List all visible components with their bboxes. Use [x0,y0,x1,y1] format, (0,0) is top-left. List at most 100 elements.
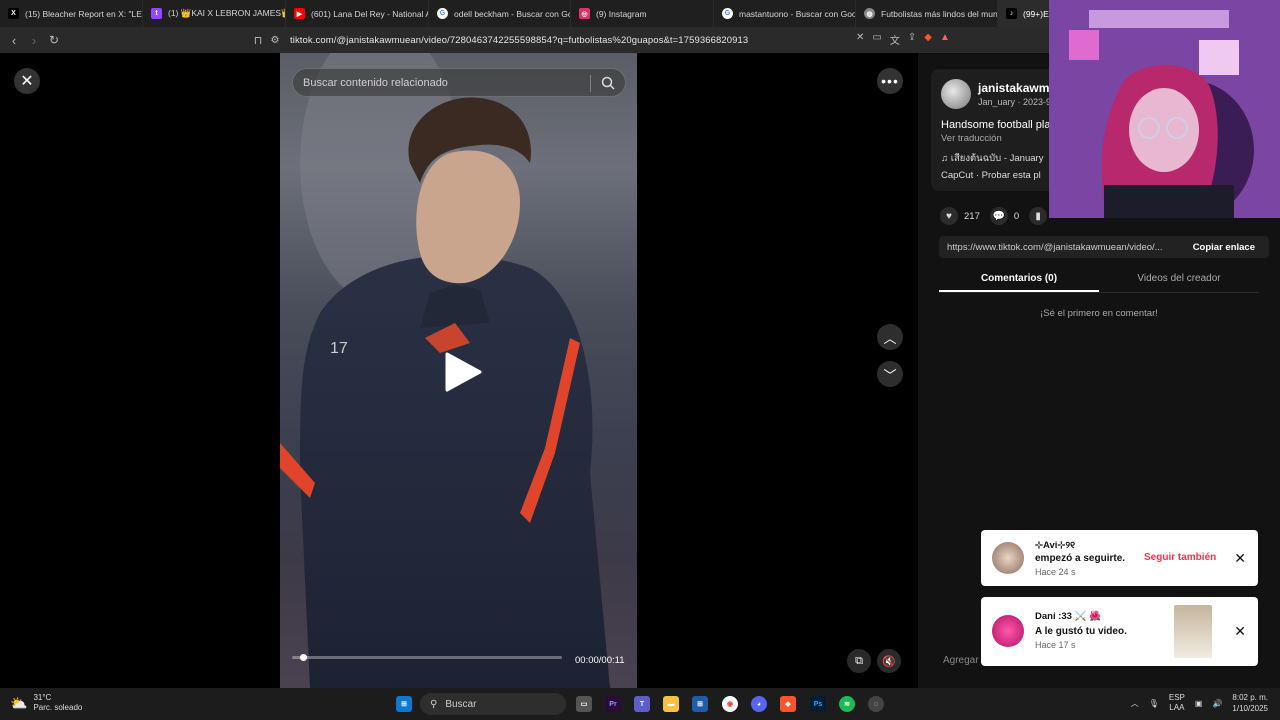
heart-icon: ♥ [940,207,958,225]
tiktok-icon: ♪ [1006,8,1017,19]
video-time: 00:00/00:11 [575,655,625,666]
more-options-icon[interactable]: ••• [877,68,903,94]
notification-username: ⊹Avi⊹୨୧ [1035,540,1076,551]
close-icon[interactable]: ✕ [1234,623,1246,640]
play-icon[interactable] [443,351,483,393]
tab-bleacher-report[interactable]: X (15) Bleacher Report en X: "LEB [0,0,143,27]
video-progress-bar[interactable] [292,654,562,661]
bookmark-icon[interactable]: ⊓ [248,30,268,50]
cast-icon[interactable]: ▭ [872,32,881,47]
address-actions: ✕ ▭ 文 ⇪ ◆ ▲ [856,32,950,47]
google-icon: G [722,8,733,19]
chrome-icon[interactable]: ◉ [722,696,738,712]
share-icon[interactable]: ⇪ [908,32,916,47]
taskbar-search[interactable]: ⚲ Buscar [420,693,566,715]
close-icon[interactable]: ✕ [14,68,40,94]
avatar [992,542,1024,574]
comment-button[interactable]: 💬 0 [989,207,1019,225]
mute-icon[interactable]: 🔇 [877,649,901,673]
language-indicator[interactable]: ESP LAA [1169,693,1185,713]
floating-player-icon[interactable]: ⧉ [847,649,871,673]
tab-instagram[interactable]: ◎ (9) Instagram [571,0,714,27]
brave-icon[interactable]: ◆ [780,696,796,712]
close-icon[interactable]: ✕ [1234,550,1246,567]
instagram-icon: ◎ [579,8,590,19]
video-thumbnail [1174,605,1212,658]
follow-back-button[interactable]: Seguir también [1144,552,1216,563]
webcam-image [1049,0,1280,218]
task-view-icon[interactable]: ▭ [576,696,592,712]
reload-icon[interactable]: ↻ [44,30,64,50]
volume-icon[interactable]: 🔊 [1212,699,1222,708]
save-button[interactable]: ▮ [1029,207,1048,225]
translate-icon[interactable]: 文 [890,32,900,47]
photoshop-icon[interactable]: Ps [810,696,826,712]
music-link[interactable]: ♫ เสียงต้นฉบับ - January [941,151,1043,166]
bookmark-icon: ▮ [1029,207,1048,225]
back-icon[interactable]: ‹ [4,30,24,50]
translate-link[interactable]: Ver traducción [941,133,1002,144]
like-button[interactable]: ♥ 217 [940,207,980,225]
microphone-icon[interactable]: 🎙 [1149,699,1159,708]
tab-futbolistas[interactable]: ◍ Futbolistas más lindos del mun [856,0,998,27]
notification-text: empezó a seguirte. [1035,553,1126,564]
next-video-icon[interactable]: ﹀ [877,361,903,387]
like-notification[interactable]: Dani :33 ⚔️ 🌺 A le gustó tu video. Hace … [981,597,1258,666]
notification-time: Hace 24 s [1035,567,1076,577]
share-link-row: https://www.tiktok.com/@janistakawmuean/… [939,236,1269,258]
url-field[interactable]: tiktok.com/@janistakawmuean/video/728046… [290,35,748,46]
x-icon: X [8,8,19,19]
avatar[interactable] [941,79,971,109]
username[interactable]: janistakawm [978,81,1049,95]
tab-google-mastantuono[interactable]: G mastantuono - Buscar con Goo [714,0,856,27]
windows-taskbar: ⛅ 31°C Parc. soleado ⊞ ⚲ Buscar ▭ Pr T ▬… [0,688,1280,720]
user-subline: Jan_uary · 2023-9 [978,97,1052,107]
clock[interactable]: 8:02 p. m. 1/10/2025 [1232,692,1268,714]
notification-text: A le gustó tu video. [1035,626,1127,637]
youtube-icon: ▶ [294,8,305,19]
windows-start-icon[interactable]: ⊞ [396,696,412,712]
copy-link-button[interactable]: Copiar enlace [1193,242,1269,253]
comment-icon: 💬 [989,207,1008,225]
notification-time: Hace 17 s [1035,640,1076,650]
premiere-icon[interactable]: Pr [605,696,621,712]
twitch-icon: t [151,8,162,19]
search-icon: ⚲ [430,698,438,710]
related-search-input[interactable]: Buscar contenido relacionado [292,68,626,97]
network-icon[interactable]: ▣ [1195,699,1203,708]
weather-temp: 31°C [33,693,52,702]
chevron-up-icon[interactable]: ︿ [1131,698,1139,709]
file-explorer-icon[interactable]: ▬ [663,696,679,712]
weather-text: Parc. soleado [33,703,83,712]
weather-widget[interactable]: ⛅ 31°C Parc. soleado [10,693,82,713]
share-link-text[interactable]: https://www.tiktok.com/@janistakawmuean/… [939,242,1193,253]
capcut-link[interactable]: CapCut · Probar esta pl [941,170,1041,181]
video-description: Handsome football pla [941,119,1051,131]
site-info-icon[interactable]: ⚙ [268,30,282,50]
teams-icon[interactable]: T [634,696,650,712]
engagement-stats: ♥ 217 💬 0 ▮ [940,207,1048,225]
store-icon[interactable]: ⊞ [692,696,708,712]
comment-tabs: Comentarios (0) Videos del creador [939,269,1259,293]
tab-comments[interactable]: Comentarios (0) [939,269,1099,292]
no-translate-icon[interactable]: ✕ [856,32,864,47]
google-icon: G [437,8,448,19]
discord-icon[interactable]: ◕ [751,696,767,712]
webcam-overlay [1049,0,1280,218]
partly-sunny-icon: ⛅ [10,694,28,711]
follow-notification[interactable]: ⊹Avi⊹୨୧ empezó a seguirte. Hace 24 s Seg… [981,530,1258,586]
tab-twitch[interactable]: t (1) 👑KAI X LEBRON JAMES👑 [143,0,286,27]
spotify-icon[interactable]: ≋ [839,696,855,712]
avatar [992,615,1024,647]
previous-video-icon[interactable]: ︿ [877,324,903,350]
video-player[interactable]: 17 Buscar contenido relacionado 00:00/00… [280,53,637,688]
tab-creator-videos[interactable]: Videos del creador [1099,269,1259,292]
tab-youtube[interactable]: ▶ (601) Lana Del Rey - National A [286,0,429,27]
brave-shield-icon[interactable]: ◆ [924,32,932,47]
forward-icon[interactable]: › [24,30,44,50]
app-icon[interactable]: ◌ [868,696,884,712]
search-icon[interactable] [601,76,615,90]
brave-rewards-icon[interactable]: ▲ [940,32,950,47]
tab-google-odell[interactable]: G odell beckham - Buscar con Go [429,0,571,27]
empty-comments-text: ¡Sé el primero en comentar! [1040,308,1158,319]
